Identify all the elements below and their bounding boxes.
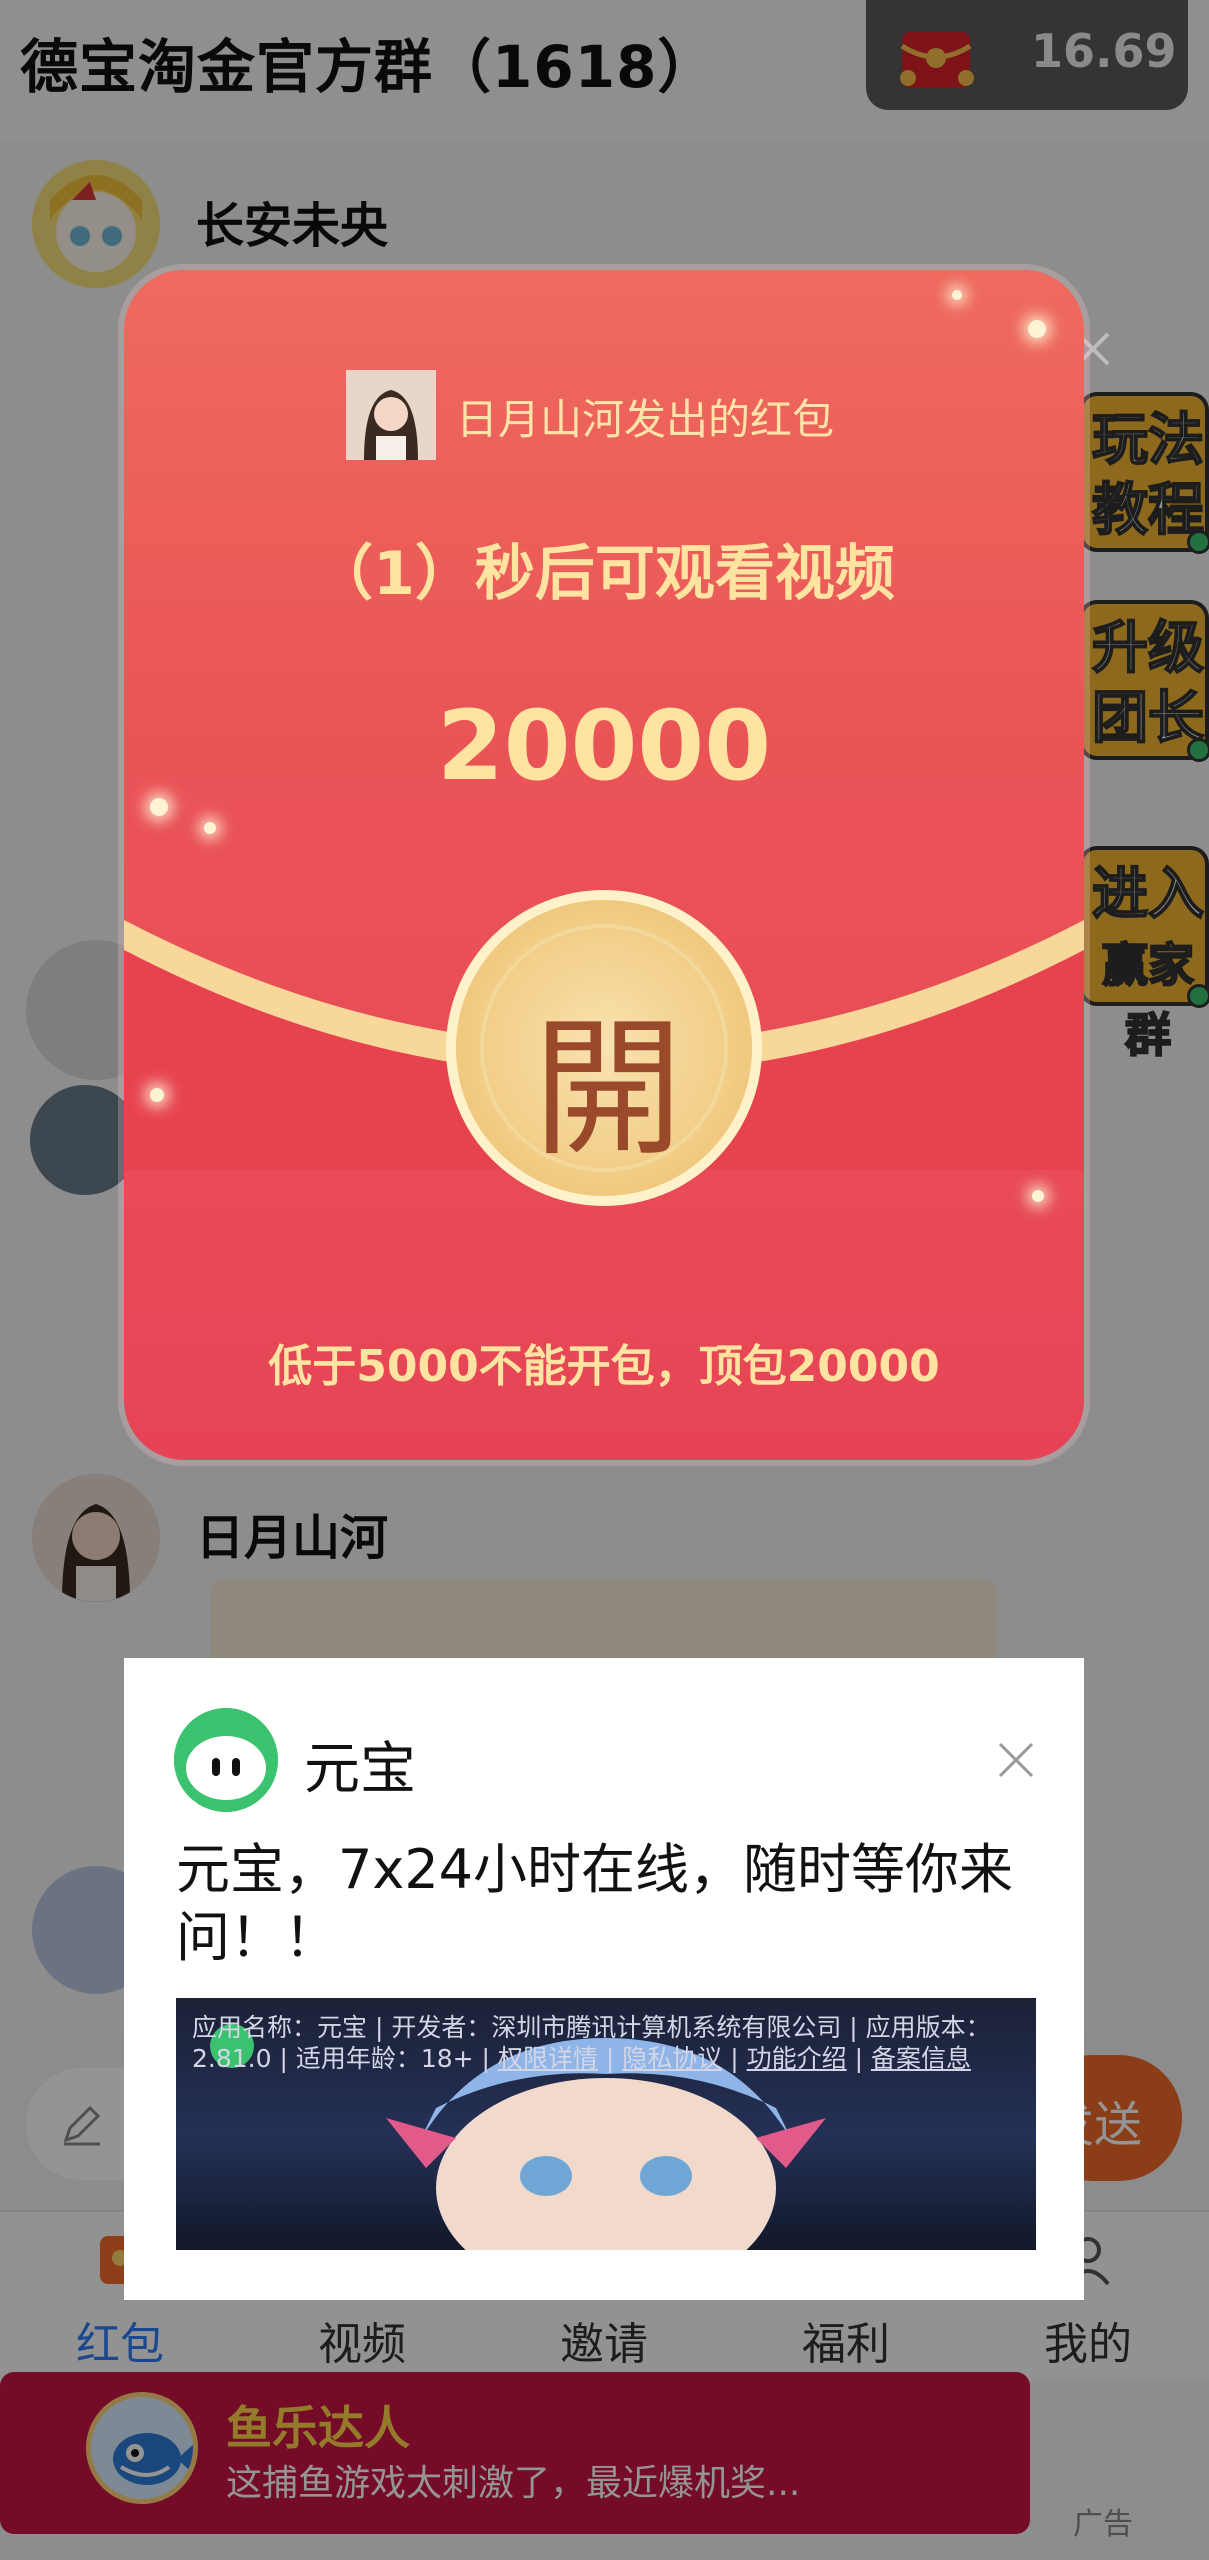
permission-details-link[interactable]: 权限详情 <box>498 2044 598 2073</box>
envelope-countdown: （1）秒后可观看视频 <box>313 539 895 609</box>
sparkle <box>1028 320 1046 338</box>
separator: | <box>846 2044 871 2073</box>
envelope-amount: 20000 <box>437 690 771 802</box>
ad-disclaimer: 应用名称：元宝 | 开发者：深圳市腾讯计算机系统有限公司 | 应用版本：2.81… <box>192 2012 1022 2074</box>
sparkle <box>204 822 216 834</box>
sparkle <box>1032 1190 1044 1202</box>
ad-media[interactable]: 应用名称：元宝 | 开发者：深圳市腾讯计算机系统有限公司 | 应用版本：2.81… <box>176 1998 1036 2250</box>
sparkle <box>150 1088 164 1102</box>
sparkle <box>952 290 962 300</box>
app-ad-dialog: 元宝 元宝，7x24小时在线，随时等你来问！！ 应用名称：元宝 | 开发者：深圳… <box>124 1658 1084 2300</box>
open-button-label: 開 <box>532 1003 683 1177</box>
envelope-sender-text: 日月山河发出的红包 <box>456 395 835 444</box>
red-envelope-dialog: 日月山河发出的红包 （1）秒后可观看视频 20000 開 低于5000不能开包，… <box>124 270 1084 1460</box>
yuanbao-logo-icon <box>174 1708 278 1812</box>
features-link[interactable]: 功能介绍 <box>747 2044 847 2073</box>
envelope-rule-text: 低于5000不能开包，顶包20000 <box>268 1341 940 1392</box>
sender-avatar <box>346 370 436 460</box>
filing-info-link[interactable]: 备案信息 <box>871 2044 971 2073</box>
open-envelope-button[interactable]: 開 <box>446 890 762 1206</box>
ad-app-name: 元宝 <box>304 1737 416 1802</box>
privacy-link[interactable]: 隐私协议 <box>622 2044 722 2073</box>
ad-headline: 元宝，7x24小时在线，随时等你来问！！ <box>176 1838 1014 1969</box>
sparkle <box>150 798 168 816</box>
close-icon[interactable] <box>994 1738 1038 1782</box>
open-button-ring: 開 <box>480 924 728 1177</box>
separator: | <box>722 2044 747 2073</box>
separator: | <box>597 2044 623 2073</box>
